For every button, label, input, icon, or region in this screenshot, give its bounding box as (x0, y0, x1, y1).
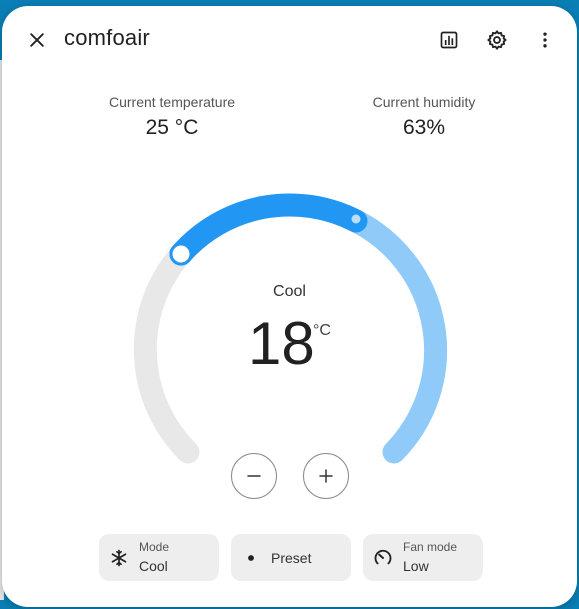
gear-icon (487, 30, 507, 50)
close-icon (30, 33, 44, 47)
mode-chip[interactable]: Mode Cool (99, 534, 219, 581)
dial-handle[interactable] (169, 242, 193, 266)
current-temperature: Current temperature 25 °C (82, 94, 262, 140)
dial-range (344, 209, 447, 464)
fan-mode-chip-label: Fan mode (403, 540, 458, 554)
preset-chip[interactable]: Preset (231, 534, 351, 581)
current-temperature-label: Current temperature (108, 94, 236, 110)
more-options-button[interactable] (527, 22, 563, 58)
temperature-unit: °C (313, 322, 331, 339)
current-temperature-value: 25 °C (145, 116, 199, 139)
dialog-title: comfoair (64, 25, 150, 50)
mode-chip-value: Cool (139, 558, 168, 574)
minus-icon (247, 475, 261, 477)
dial-range-marker (351, 214, 361, 224)
mode-chip-label: Mode (139, 540, 170, 554)
history-button[interactable] (431, 22, 467, 58)
decrease-temperature-button[interactable] (231, 453, 277, 499)
increase-temperature-button[interactable] (303, 453, 349, 499)
hvac-mode-label: Cool (273, 283, 306, 300)
settings-button[interactable] (479, 22, 515, 58)
target-temperature: 18 (248, 310, 315, 377)
current-humidity: Current humidity 63% (334, 94, 514, 140)
more-vertical-icon (543, 32, 547, 48)
dial-active-arc (169, 193, 368, 266)
plus-icon (319, 469, 333, 483)
preset-chip-value: Preset (271, 549, 312, 566)
history-chart-icon (440, 31, 458, 49)
fan-mode-chip-value: Low (403, 558, 429, 574)
snowflake-icon (109, 548, 129, 568)
current-humidity-label: Current humidity (372, 94, 476, 110)
close-button[interactable] (19, 22, 55, 58)
fan-speed-icon (373, 548, 393, 568)
current-humidity-value: 63% (402, 116, 446, 139)
dot-icon (241, 548, 261, 568)
fan-mode-chip[interactable]: Fan mode Low (363, 534, 483, 581)
